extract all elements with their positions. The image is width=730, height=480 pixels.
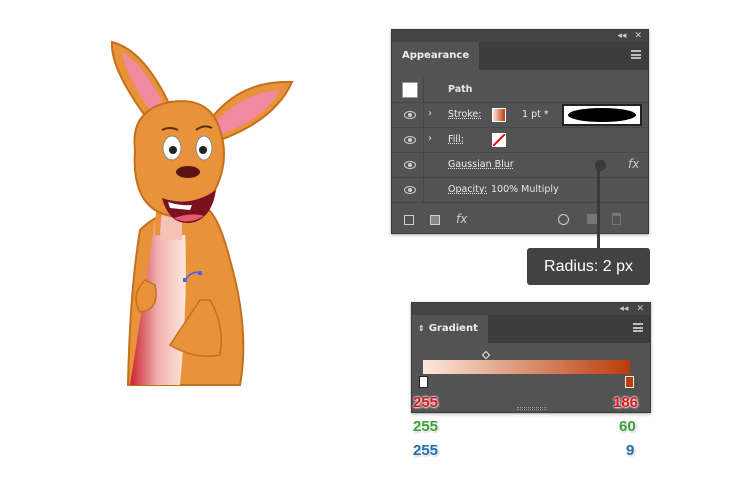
- gradient-tabbar: ⇕ Gradient: [412, 315, 650, 343]
- tooltip-text: Radius: 2 px: [544, 258, 633, 275]
- visibility-eye-icon[interactable]: [404, 111, 416, 119]
- effect-fx-icon[interactable]: fx: [628, 157, 639, 171]
- clear-appearance-icon[interactable]: [558, 214, 569, 225]
- column-divider: [423, 103, 424, 127]
- midpoint-diamond-icon[interactable]: [481, 350, 491, 360]
- panel-menu-icon[interactable]: [633, 323, 643, 332]
- column-divider: [423, 78, 424, 102]
- gradient-slider-bar[interactable]: [423, 360, 630, 374]
- add-effect-fx-icon[interactable]: fx: [456, 212, 467, 226]
- add-new-fill-icon[interactable]: [430, 215, 440, 225]
- updown-arrow-icon: ⇕: [418, 324, 425, 333]
- width-profile-icon: [568, 108, 636, 122]
- delete-trash-icon[interactable]: [612, 213, 621, 225]
- none-slash-icon: [492, 133, 506, 147]
- expand-chevron-icon[interactable]: ›: [428, 133, 432, 144]
- expand-chevron-icon[interactable]: ›: [428, 108, 432, 119]
- appearance-panel: ◂◂ ✕ Appearance Path › Stroke: 1 pt * › …: [391, 29, 649, 234]
- appearance-tabbar: Appearance: [392, 42, 648, 70]
- visibility-eye-icon[interactable]: [404, 161, 416, 169]
- kangaroo-illustration: [110, 40, 294, 386]
- gradient-stop-left[interactable]: [419, 376, 428, 388]
- tab-appearance[interactable]: Appearance: [392, 42, 480, 70]
- gaussian-blur-label[interactable]: Gaussian Blur: [448, 159, 514, 170]
- fill-row[interactable]: › Fill:: [392, 128, 648, 153]
- close-icon[interactable]: ✕: [636, 304, 644, 314]
- tab-gradient[interactable]: ⇕ Gradient: [412, 315, 488, 343]
- visibility-eye-icon[interactable]: [404, 136, 416, 144]
- gradient-stop-right[interactable]: [625, 376, 634, 388]
- panel-menu-icon[interactable]: [631, 50, 641, 59]
- radius-tooltip: Radius: 2 px: [527, 248, 650, 285]
- opacity-label[interactable]: Opacity:: [448, 184, 487, 195]
- stroke-weight[interactable]: 1 pt *: [522, 109, 549, 120]
- panel-resize-grip[interactable]: [517, 407, 547, 410]
- visibility-eye-icon[interactable]: [404, 186, 416, 194]
- panel-titlebar: ◂◂ ✕: [392, 30, 648, 42]
- appearance-bottom-bar: fx: [392, 209, 648, 233]
- panel-titlebar: ◂◂ ✕: [412, 303, 650, 315]
- right-green-value: 60: [619, 418, 636, 435]
- effect-row[interactable]: Gaussian Blur fx: [392, 153, 648, 178]
- add-new-stroke-icon[interactable]: [404, 215, 414, 225]
- tooltip-connector: [597, 164, 600, 250]
- opacity-value: 100% Multiply: [491, 184, 559, 195]
- stroke-label[interactable]: Stroke:: [448, 109, 481, 120]
- left-green-value: 255: [413, 418, 439, 435]
- duplicate-item-icon[interactable]: [587, 214, 597, 224]
- stroke-gradient-swatch[interactable]: [492, 108, 506, 122]
- stroke-profile-preview[interactable]: [562, 104, 642, 126]
- fill-none-swatch[interactable]: [492, 133, 506, 147]
- right-red-value: 186: [613, 394, 639, 411]
- path-row[interactable]: Path: [392, 78, 648, 103]
- collapse-icon[interactable]: ◂◂: [619, 304, 628, 314]
- column-divider: [423, 178, 424, 202]
- opacity-row[interactable]: Opacity: 100% Multiply: [392, 178, 648, 203]
- stroke-row[interactable]: › Stroke: 1 pt *: [392, 103, 648, 128]
- path-thumbnail: [402, 82, 418, 98]
- collapse-icon[interactable]: ◂◂: [617, 31, 626, 41]
- left-blue-value: 255: [413, 442, 439, 459]
- column-divider: [423, 128, 424, 152]
- fill-label[interactable]: Fill:: [448, 134, 464, 145]
- close-icon[interactable]: ✕: [634, 31, 642, 41]
- left-red-value: 255: [413, 394, 439, 411]
- gradient-tab-label: Gradient: [428, 323, 478, 334]
- path-label: Path: [448, 84, 473, 95]
- right-blue-value: 9: [626, 442, 635, 459]
- column-divider: [423, 153, 424, 177]
